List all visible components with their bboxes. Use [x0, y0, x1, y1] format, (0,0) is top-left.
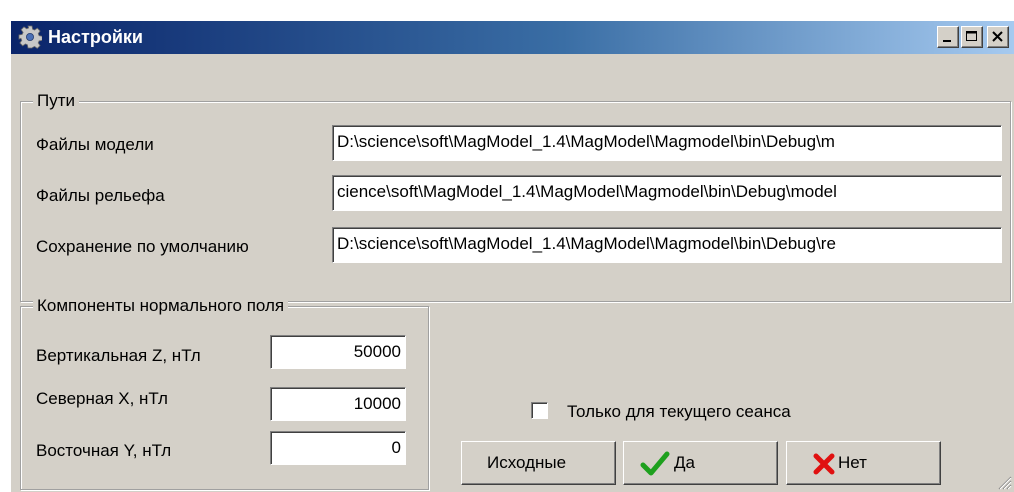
- red-x-icon: [813, 453, 835, 475]
- ok-button-label: Да: [674, 453, 695, 472]
- minimize-button[interactable]: [937, 26, 959, 48]
- window-title: Настройки: [48, 27, 143, 47]
- east-y-field[interactable]: 0: [270, 431, 406, 465]
- title-bar[interactable]: Настройки: [11, 21, 1014, 54]
- cancel-button[interactable]: Нет: [786, 441, 941, 485]
- session-only-label: Только для текущего сеанса: [567, 402, 791, 421]
- north-x-label: Северная X, нТл: [36, 389, 168, 408]
- cancel-button-label: Нет: [838, 453, 867, 472]
- defaults-button[interactable]: Исходные: [461, 441, 616, 485]
- relief-files-field[interactable]: cience\soft\MagModel_1.4\MagModel\Magmod…: [332, 175, 1002, 211]
- model-files-field[interactable]: D:\science\soft\MagModel_1.4\MagModel\Ma…: [332, 125, 1002, 161]
- close-button[interactable]: [987, 26, 1009, 48]
- model-files-label: Файлы модели: [36, 135, 154, 154]
- gear-icon: [18, 25, 42, 49]
- field-components-legend: Компоненты нормального поля: [33, 296, 289, 316]
- paths-legend: Пути: [33, 91, 80, 111]
- checkmark-icon: [640, 451, 670, 476]
- resize-grip-icon[interactable]: [996, 474, 1012, 490]
- relief-files-label: Файлы рельефа: [36, 186, 165, 205]
- maximize-icon: [966, 31, 977, 41]
- default-save-label: Сохранение по умолчанию: [36, 237, 249, 256]
- ok-button[interactable]: Да: [623, 441, 778, 485]
- default-save-field[interactable]: D:\science\soft\MagModel_1.4\MagModel\Ma…: [332, 227, 1002, 263]
- maximize-button[interactable]: [961, 26, 983, 48]
- settings-window: Настройки Пути Файлы модели D:\science\s…: [10, 20, 1014, 492]
- north-x-field[interactable]: 10000: [270, 387, 406, 421]
- session-only-checkbox[interactable]: [531, 402, 548, 419]
- minimize-icon: [943, 40, 951, 42]
- east-y-label: Восточная Y, нТл: [36, 441, 172, 460]
- vertical-z-label: Вертикальная Z, нТл: [36, 346, 201, 365]
- defaults-button-label: Исходные: [487, 453, 567, 472]
- close-icon: [992, 31, 1003, 42]
- vertical-z-field[interactable]: 50000: [270, 335, 406, 369]
